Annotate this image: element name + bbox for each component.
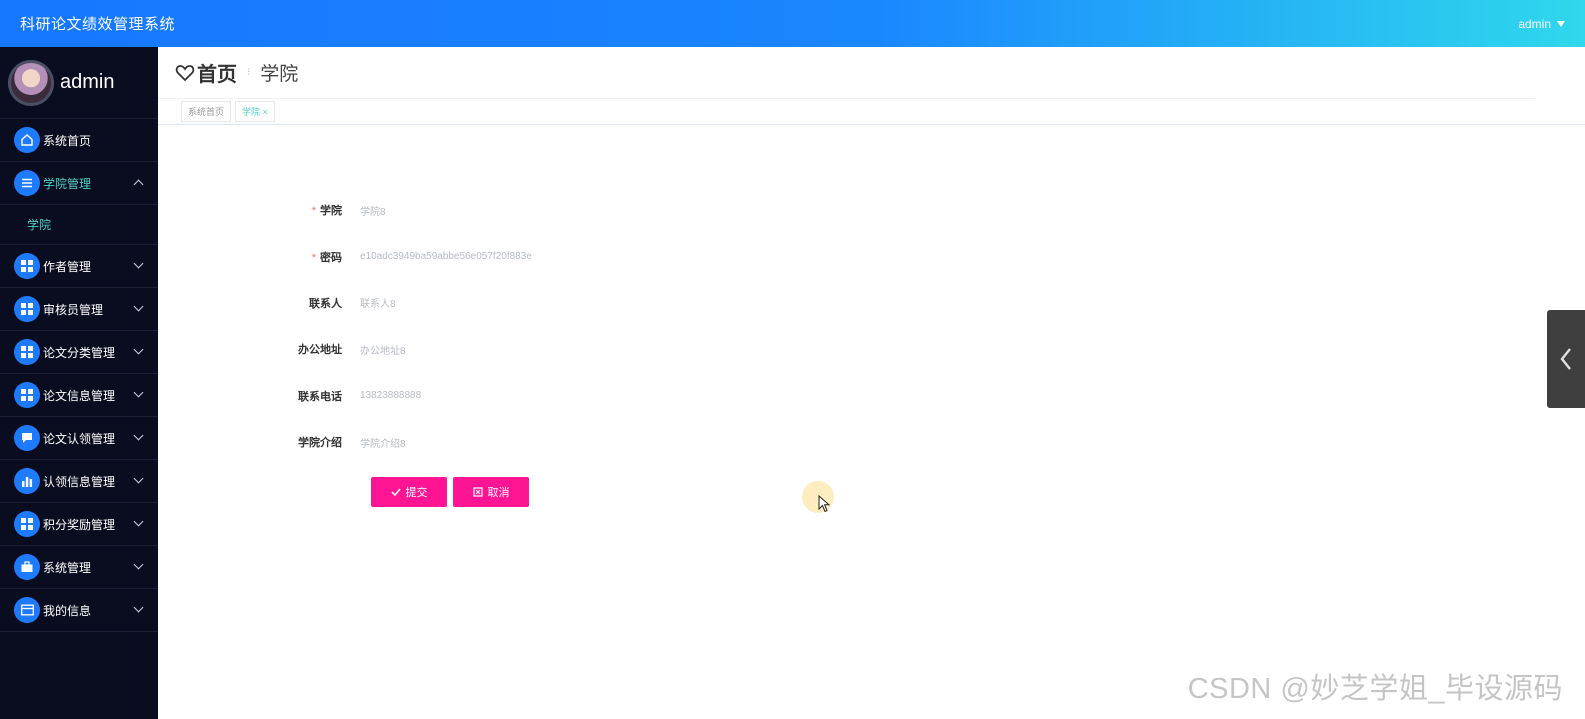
form-row-phone: 联系电话 [205, 373, 677, 419]
chevron-down-icon [133, 258, 144, 269]
watermark: CSDN @妙芝学姐_毕设源码 [1187, 673, 1563, 705]
user-menu-label: admin [1518, 16, 1551, 31]
sidebar-item-label: 积分奖励管理 [43, 517, 116, 532]
chevron-down-icon [133, 344, 144, 355]
office-address-input[interactable] [360, 334, 677, 365]
heart-icon [175, 64, 195, 81]
cancel-button-label: 取消 [487, 487, 510, 499]
close-box-icon [472, 487, 483, 497]
form-row-office-address: 办公地址 [205, 326, 677, 372]
chevron-left-icon [1560, 348, 1571, 370]
grid-icon [14, 253, 40, 279]
sidebar-item-paper-claim-management[interactable]: 论文认领管理 [0, 417, 158, 460]
sidebar-item-label: 作者管理 [43, 259, 92, 274]
sidebar-item-label: 学院管理 [43, 176, 92, 191]
tag-close-icon[interactable]: × [263, 107, 268, 117]
field-label-password: * 密码 [311, 251, 342, 264]
form-actions: 提交 取消 [371, 477, 529, 507]
sidebar-item-label: 认领信息管理 [43, 474, 116, 489]
profile-name: admin [60, 71, 115, 93]
chevron-down-icon [133, 559, 144, 570]
form-row-college: * 学院 [205, 187, 677, 233]
sidebar-subitem-college[interactable]: 学院 [0, 205, 158, 245]
phone-input[interactable] [360, 380, 677, 411]
sidebar-item-reviewer-management[interactable]: 审核员管理 [0, 288, 158, 331]
tags-bar: 系统首页 学院 × [158, 99, 1585, 125]
grid-icon [14, 511, 40, 537]
breadcrumb-current: 学院 [260, 64, 299, 85]
caret-down-icon [1557, 20, 1565, 27]
required-mark: * [311, 251, 316, 264]
tag-college-label: 学院 [242, 107, 261, 117]
avatar [8, 59, 54, 106]
field-label-phone: 联系电话 [298, 390, 342, 403]
sidebar-item-label: 论文信息管理 [43, 388, 116, 403]
submit-button-label: 提交 [405, 487, 428, 499]
chevron-down-icon [133, 387, 144, 398]
briefcase-icon [14, 554, 40, 580]
cancel-button[interactable]: 取消 [453, 477, 529, 507]
sidebar-item-home[interactable]: 系统首页 [0, 119, 158, 162]
field-label-college-intro: 学院介绍 [298, 437, 342, 450]
chevron-down-icon [133, 473, 144, 484]
sidebar-item-label: 我的信息 [43, 603, 92, 618]
chevron-down-icon [133, 602, 144, 613]
sidebar-item-label: 论文认领管理 [43, 431, 116, 446]
breadcrumb: 首页 ⁝ 学院 [158, 47, 1535, 99]
sidebar-item-points-reward-management[interactable]: 积分奖励管理 [0, 503, 158, 546]
sidebar-item-author-management[interactable]: 作者管理 [0, 245, 158, 288]
chat-icon [14, 425, 40, 451]
grid-icon [14, 296, 40, 322]
college-input[interactable] [360, 195, 677, 226]
submit-button[interactable]: 提交 [371, 477, 447, 507]
sidebar-item-label: 系统首页 [43, 133, 92, 148]
chevron-down-icon [133, 301, 144, 312]
sidebar-item-label: 系统管理 [43, 560, 92, 575]
sidebar-item-paper-category-management[interactable]: 论文分类管理 [0, 331, 158, 374]
sidebar-item-label: 论文分类管理 [43, 345, 116, 360]
field-label-contact: 联系人 [309, 297, 342, 310]
top-bar: 科研论文绩效管理系统 admin [0, 0, 1585, 47]
sidebar-item-system-management[interactable]: 系统管理 [0, 546, 158, 589]
bar-chart-icon [14, 468, 40, 494]
sidebar: admin 系统首页 学院管理 学院 作者管理 审核员管理 论文分类管理 论文信… [0, 47, 158, 719]
side-panel-toggle[interactable] [1547, 310, 1585, 408]
card-icon [14, 597, 40, 623]
check-icon [390, 488, 401, 497]
sidebar-item-my-info[interactable]: 我的信息 [0, 589, 158, 632]
college-form: *学院 *密码 联系人 办公地址 联系电话 学院介绍 [205, 187, 677, 465]
sidebar-item-claim-info-management[interactable]: 认领信息管理 [0, 460, 158, 503]
required-mark: * [311, 205, 316, 218]
user-menu[interactable]: admin [1518, 17, 1565, 31]
contact-input[interactable] [360, 287, 677, 318]
form-row-contact: 联系人 [205, 280, 677, 326]
list-icon [14, 170, 40, 196]
sidebar-item-label: 审核员管理 [43, 302, 104, 317]
tag-college[interactable]: 学院 × [235, 101, 275, 122]
tag-home[interactable]: 系统首页 [181, 101, 232, 122]
grid-icon [14, 339, 40, 365]
sidebar-profile: admin [0, 47, 158, 119]
sidebar-item-paper-info-management[interactable]: 论文信息管理 [0, 374, 158, 417]
home-icon [14, 127, 40, 153]
sidebar-item-college-management[interactable]: 学院管理 [0, 162, 158, 205]
password-input[interactable] [360, 241, 677, 272]
main-content: 首页 ⁝ 学院 系统首页 学院 × *学院 *密码 联系人 办公地址 联系电话 [158, 47, 1585, 719]
form-row-college-intro: 学院介绍 [205, 419, 677, 465]
breadcrumb-home[interactable]: 首页 [197, 58, 237, 87]
mouse-cursor-icon [818, 495, 830, 513]
chevron-up-icon [133, 179, 144, 190]
chevron-down-icon [133, 516, 144, 527]
grid-icon [14, 382, 40, 408]
form-row-password: * 密码 [205, 233, 677, 279]
field-label-college: * 学院 [311, 205, 342, 218]
chevron-down-icon [133, 430, 144, 441]
college-intro-input[interactable] [360, 427, 677, 458]
app-title: 科研论文绩效管理系统 [20, 16, 176, 33]
breadcrumb-separator: ⁝ [247, 67, 251, 78]
field-label-office-address: 办公地址 [298, 344, 342, 357]
